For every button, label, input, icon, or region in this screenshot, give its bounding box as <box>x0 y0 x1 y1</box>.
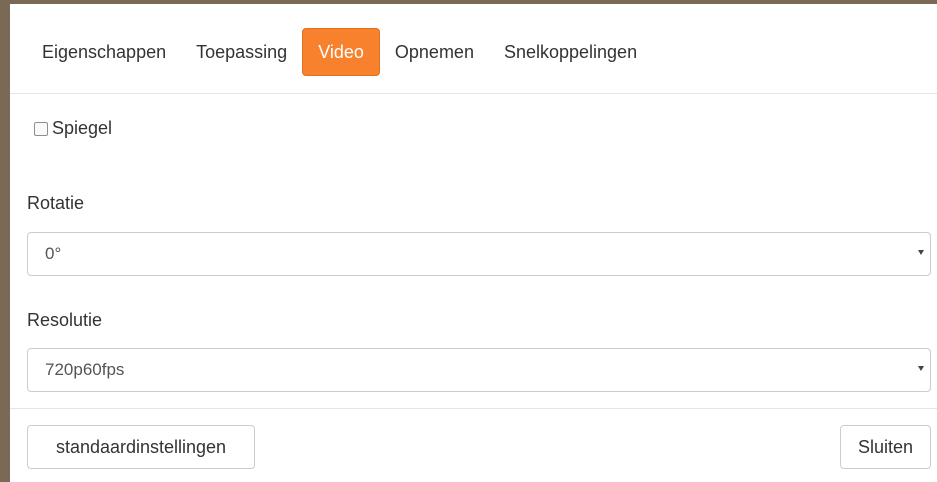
mirror-label: Spiegel <box>52 118 113 138</box>
tab-video[interactable]: Video <box>302 28 380 76</box>
tab-eigenschappen[interactable]: Eigenschappen <box>27 28 181 76</box>
close-button[interactable]: Sluiten <box>840 425 931 469</box>
caret-down-icon <box>918 366 924 371</box>
settings-dialog: Eigenschappen Toepassing Video Opnemen S… <box>0 0 937 482</box>
resolution-select[interactable]: 720p60fps <box>27 348 931 392</box>
resolution-label: Resolutie <box>27 310 103 330</box>
rotation-value: 0° <box>45 244 62 263</box>
caret-down-icon <box>918 250 924 255</box>
tab-toepassing[interactable]: Toepassing <box>181 28 302 76</box>
footer-divider <box>10 408 937 409</box>
mirror-checkbox-row[interactable]: Spiegel <box>34 118 112 139</box>
rotation-select[interactable]: 0° <box>27 232 931 276</box>
tab-bar: Eigenschappen Toepassing Video Opnemen S… <box>27 28 652 76</box>
defaults-button[interactable]: standaardinstellingen <box>27 425 255 469</box>
header-divider <box>10 93 937 94</box>
window-top-border <box>0 0 937 4</box>
checkbox-unchecked-icon[interactable] <box>34 121 48 136</box>
resolution-value: 720p60fps <box>45 360 125 379</box>
tab-snelkoppelingen[interactable]: Snelkoppelingen <box>489 28 652 76</box>
window-left-border <box>0 0 10 482</box>
tab-opnemen[interactable]: Opnemen <box>380 28 489 76</box>
rotation-label: Rotatie <box>27 193 85 213</box>
